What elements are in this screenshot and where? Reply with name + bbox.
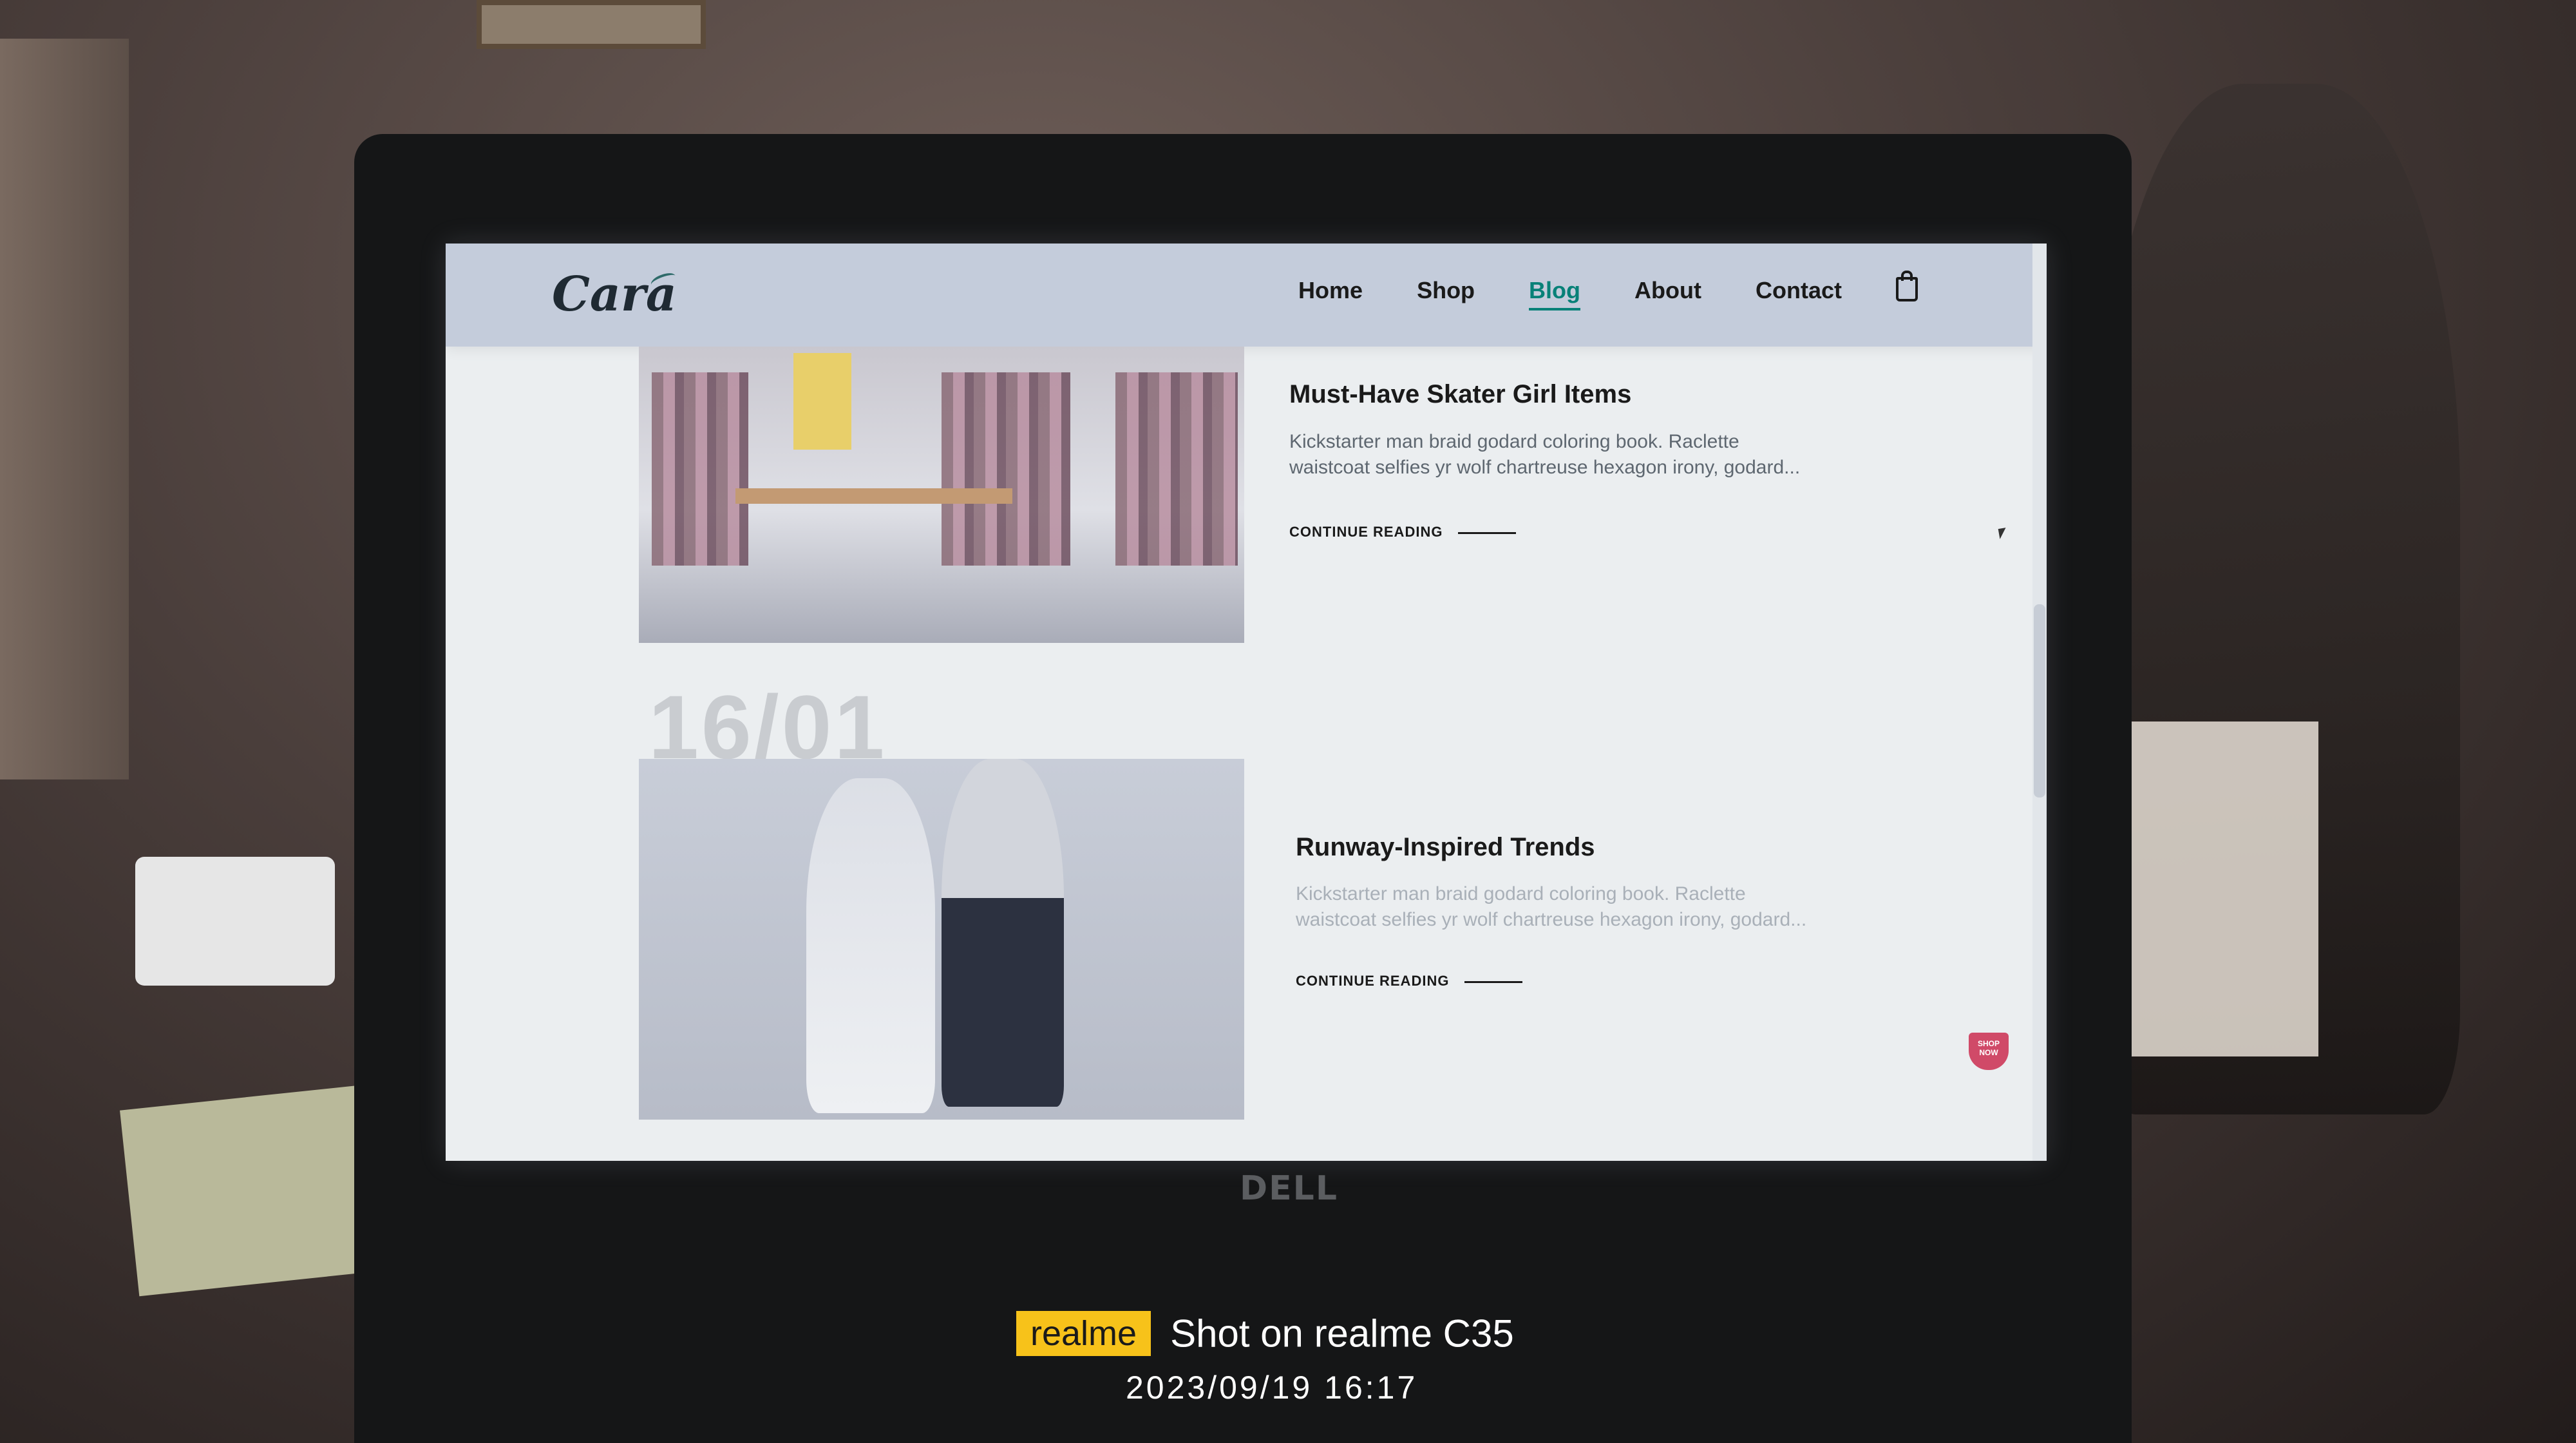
post-title[interactable]: Runway-Inspired Trends [1296, 833, 1595, 862]
store-poster [793, 353, 851, 450]
main-nav: Home Shop Blog About Contact [1244, 271, 1918, 311]
laptop-screen: Cara Home Shop Blog About Contact Must-H… [446, 244, 2047, 1161]
page-scrollbar[interactable] [2032, 244, 2047, 1161]
scroll-thumb[interactable] [2034, 604, 2045, 798]
nav-about[interactable]: About [1634, 277, 1701, 304]
clothing-rack [652, 372, 748, 566]
power-adapter [135, 857, 335, 986]
post-title[interactable]: Must-Have Skater Girl Items [1289, 380, 1631, 409]
wall-picture-frame [477, 0, 706, 49]
clothing-rack [1115, 372, 1238, 566]
cart-icon[interactable] [1896, 271, 1918, 301]
nav-shop[interactable]: Shop [1417, 277, 1475, 304]
post-image-store-interior [639, 347, 1244, 643]
site-header: Cara Home Shop Blog About Contact [446, 244, 2047, 347]
post-image-models [639, 759, 1244, 1120]
cursor-icon [1998, 528, 2008, 539]
nav-home[interactable]: Home [1298, 277, 1363, 304]
badge-icon[interactable]: SHOP NOW [1969, 1033, 2009, 1070]
watermark-brand-tag: realme [1016, 1311, 1151, 1356]
continue-reading-label: CONTINUE READING [1289, 524, 1443, 540]
read-more-line [1464, 980, 1523, 983]
laptop-brand-logo: DELL [1240, 1169, 1338, 1208]
post-excerpt: Kickstarter man braid godard coloring bo… [1289, 431, 1801, 478]
continue-reading-link[interactable]: CONTINUE READING [1289, 524, 1517, 540]
model-figure [942, 759, 1064, 1107]
clothing-rack [942, 372, 1070, 566]
watermark-datetime: 2023/09/19 16:17 [1126, 1370, 1418, 1406]
display-table [735, 488, 1012, 504]
continue-reading-link[interactable]: CONTINUE READING [1296, 973, 1523, 989]
door-frame [0, 39, 129, 779]
window-light [2125, 722, 2318, 1056]
site-logo[interactable]: Cara [552, 267, 677, 322]
nav-contact[interactable]: Contact [1756, 277, 1842, 304]
camera-watermark: realme Shot on realme C35 [1016, 1311, 1514, 1356]
nav-blog[interactable]: Blog [1529, 277, 1580, 311]
watermark-text: Shot on realme C35 [1170, 1312, 1514, 1355]
read-more-line [1458, 531, 1517, 534]
model-figure [806, 778, 935, 1113]
post-excerpt: Kickstarter man braid godard coloring bo… [1296, 883, 1807, 930]
continue-reading-label: CONTINUE READING [1296, 973, 1450, 989]
